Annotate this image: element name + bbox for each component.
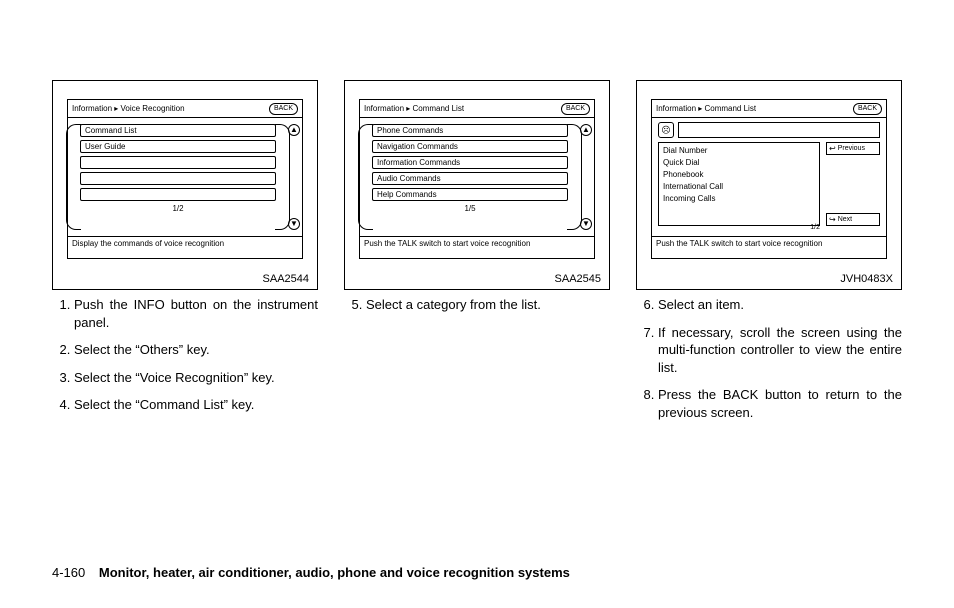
pager: 1/5: [372, 204, 568, 213]
previous-button[interactable]: ↩Previous: [826, 142, 880, 155]
list-item[interactable]: Incoming Calls: [663, 193, 815, 205]
step-6: Select an item.: [658, 296, 902, 314]
list-item[interactable]: International Call: [663, 181, 815, 193]
screen-a: Information ▸ Voice Recognition BACK Com…: [67, 99, 303, 259]
command-list-box: Dial Number Quick Dial Phonebook Interna…: [658, 142, 820, 226]
curve-right: [278, 118, 288, 236]
steps-list: Push the INFO button on the instrument p…: [52, 296, 318, 414]
list-item[interactable]: Phone Commands: [372, 124, 568, 137]
list-item[interactable]: Audio Commands: [372, 172, 568, 185]
list-item[interactable]: [80, 172, 276, 185]
step-3: Select the “Voice Recognition” key.: [74, 369, 318, 387]
scroll-arrows: ▲ ▼: [288, 118, 302, 236]
list-item[interactable]: Information Commands: [372, 156, 568, 169]
status-bar: Push the TALK switch to start voice reco…: [652, 236, 886, 252]
step-1: Push the INFO button on the instrument p…: [74, 296, 318, 331]
back-button[interactable]: BACK: [561, 103, 590, 115]
list-item[interactable]: Command List: [80, 124, 276, 137]
return-icon: ↪: [829, 215, 836, 224]
titlebar: Information ▸ Command List BACK: [360, 100, 594, 118]
page-number: 4-160: [52, 565, 85, 580]
screen-body: Command List User Guide 1/2 ▲ ▼: [68, 118, 302, 236]
curve-left: [360, 118, 370, 236]
list-item[interactable]: Help Commands: [372, 188, 568, 201]
figure-a: Information ▸ Voice Recognition BACK Com…: [52, 80, 318, 290]
steps-list: Select an item. If necessary, scroll the…: [636, 296, 902, 421]
menu-list: Command List User Guide 1/2: [78, 118, 278, 236]
screen-c: Information ▸ Command List BACK ☹ Dial N…: [651, 99, 887, 259]
step-2: Select the “Others” key.: [74, 341, 318, 359]
page-footer: 4-160 Monitor, heater, air conditioner, …: [52, 565, 570, 580]
column-2: Information ▸ Command List BACK Phone Co…: [344, 80, 610, 431]
scroll-arrows: ▲ ▼: [580, 118, 594, 236]
breadcrumb: Information ▸ Command List: [364, 104, 464, 113]
back-button[interactable]: BACK: [269, 103, 298, 115]
speak-field[interactable]: [678, 122, 880, 138]
talk-icon[interactable]: ☹: [658, 122, 674, 138]
result-area: Dial Number Quick Dial Phonebook Interna…: [658, 142, 880, 226]
steps-list: Select a category from the list.: [344, 296, 610, 314]
step-8: Press the BACK button to return to the p…: [658, 386, 902, 421]
curve-right: [570, 118, 580, 236]
status-bar: Display the commands of voice recognitio…: [68, 236, 302, 252]
list-item[interactable]: [80, 156, 276, 169]
list-item[interactable]: User Guide: [80, 140, 276, 153]
screen-body: Phone Commands Navigation Commands Infor…: [360, 118, 594, 236]
return-icon: ↩: [829, 144, 836, 153]
figure-caption: SAA2545: [555, 273, 601, 285]
next-label: Next: [838, 216, 852, 223]
list-item[interactable]: Phonebook: [663, 169, 815, 181]
column-3: Information ▸ Command List BACK ☹ Dial N…: [636, 80, 902, 431]
columns: Information ▸ Voice Recognition BACK Com…: [52, 80, 902, 431]
step-5: Select a category from the list.: [366, 296, 610, 314]
titlebar: Information ▸ Voice Recognition BACK: [68, 100, 302, 118]
breadcrumb: Information ▸ Command List: [656, 104, 756, 113]
previous-label: Previous: [838, 145, 865, 152]
back-button[interactable]: BACK: [853, 103, 882, 115]
curve-left: [68, 118, 78, 236]
list-item[interactable]: [80, 188, 276, 201]
nav-buttons: ↩Previous ↪Next: [826, 142, 880, 226]
step-7: If necessary, scroll the screen using th…: [658, 324, 902, 377]
list-item[interactable]: Dial Number: [663, 145, 815, 157]
list-item[interactable]: Quick Dial: [663, 157, 815, 169]
breadcrumb: Information ▸ Voice Recognition: [72, 104, 185, 113]
figure-caption: SAA2544: [263, 273, 309, 285]
status-bar: Push the TALK switch to start voice reco…: [360, 236, 594, 252]
figure-b: Information ▸ Command List BACK Phone Co…: [344, 80, 610, 290]
screen-b: Information ▸ Command List BACK Phone Co…: [359, 99, 595, 259]
pager: 1/2: [80, 204, 276, 213]
figure-c: Information ▸ Command List BACK ☹ Dial N…: [636, 80, 902, 290]
manual-page: Information ▸ Voice Recognition BACK Com…: [0, 0, 954, 608]
figure-caption: JVH0483X: [840, 273, 893, 285]
next-button[interactable]: ↪Next: [826, 213, 880, 226]
screen-body: ☹ Dial Number Quick Dial Phonebook Inter…: [652, 118, 886, 236]
column-1: Information ▸ Voice Recognition BACK Com…: [52, 80, 318, 431]
menu-list: Phone Commands Navigation Commands Infor…: [370, 118, 570, 236]
list-item[interactable]: Navigation Commands: [372, 140, 568, 153]
step-4: Select the “Command List” key.: [74, 396, 318, 414]
titlebar: Information ▸ Command List BACK: [652, 100, 886, 118]
section-title: Monitor, heater, air conditioner, audio,…: [99, 565, 570, 580]
speak-row: ☹: [658, 122, 880, 138]
